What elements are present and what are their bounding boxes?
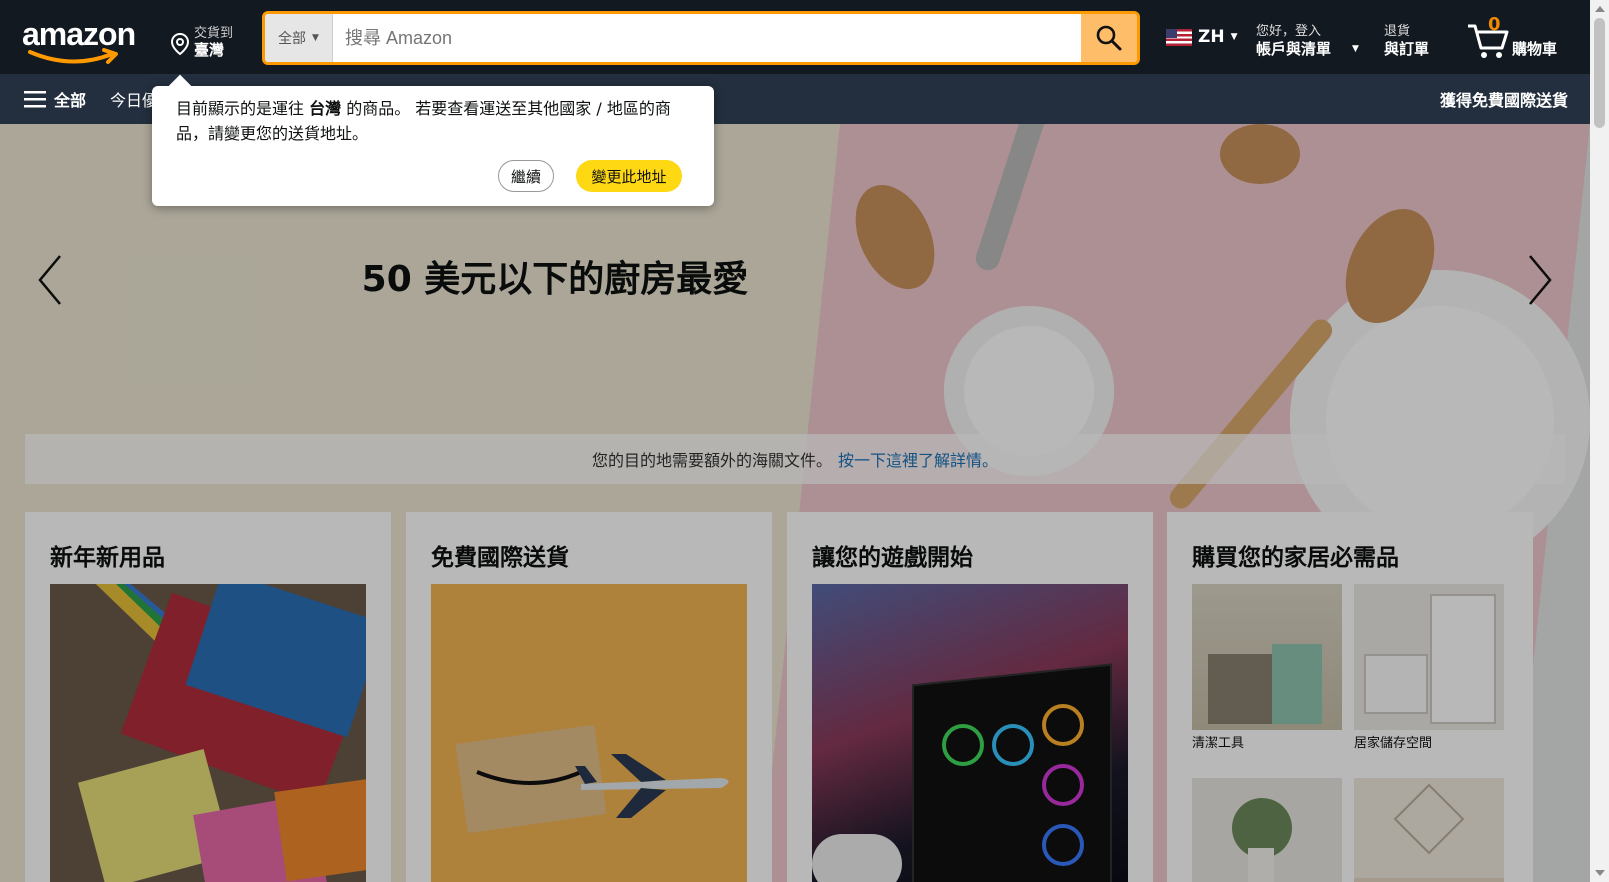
cart-count: 0 [1488, 14, 1501, 35]
account-greeting: 您好，登入 [1256, 24, 1322, 39]
account-lists-button[interactable]: 您好，登入 帳戶與清單 ▼ [1250, 6, 1368, 68]
search-category-dropdown[interactable]: 全部 ▼ [265, 14, 333, 62]
smile-arrow-icon [28, 48, 118, 64]
continue-button[interactable]: 繼續 [498, 160, 554, 192]
returns-orders-button[interactable]: 退貨 與訂單 [1376, 6, 1448, 68]
deliver-country: 臺灣 [194, 41, 225, 59]
scroll-up-arrow-icon[interactable] [1595, 6, 1605, 12]
delivery-address-popover: 目前顯示的是運往 台灣 的商品。 若要查看運送至其他國家 / 地區的商品，請變更… [152, 86, 714, 206]
scrollbar-thumb[interactable] [1594, 18, 1605, 128]
scroll-down-arrow-icon[interactable] [1595, 870, 1605, 876]
popover-message: 目前顯示的是運往 台灣 的商品。 若要查看運送至其他國家 / 地區的商品，請變更… [176, 96, 696, 146]
caret-down-icon: ▼ [1352, 44, 1359, 54]
page-scrollbar[interactable] [1590, 0, 1609, 882]
search-category-label: 全部 [278, 31, 307, 47]
top-nav: amazon 交貨到 臺灣 全部 ▼ ZH ▼ 您好，登入 [0, 0, 1590, 74]
all-menu-label: 全部 [54, 91, 87, 110]
all-menu-button[interactable]: 全部 [14, 80, 98, 118]
popover-message-part1: 目前顯示的是運往 [176, 99, 305, 118]
us-flag-icon [1166, 28, 1192, 46]
modal-backdrop[interactable] [0, 124, 1590, 882]
amazon-logo[interactable]: amazon [14, 6, 154, 68]
search-icon [1096, 25, 1122, 51]
search-input[interactable] [333, 14, 1081, 62]
caret-down-icon: ▼ [1230, 32, 1238, 42]
cart-button[interactable]: 0 購物車 [1452, 6, 1574, 68]
language-label: ZH [1198, 27, 1225, 47]
hamburger-icon [24, 91, 46, 108]
popover-country: 台灣 [309, 99, 342, 118]
search-bar: 全部 ▼ [262, 11, 1140, 65]
free-international-shipping-link[interactable]: 獲得免費國際送貨 [1440, 87, 1568, 111]
search-submit-button[interactable] [1081, 14, 1137, 62]
change-address-button[interactable]: 變更此地址 [576, 160, 682, 192]
cart-label: 購物車 [1512, 40, 1558, 58]
location-pin-icon [170, 32, 190, 56]
account-label: 帳戶與清單 [1256, 40, 1332, 58]
language-selector[interactable]: ZH ▼ [1152, 6, 1244, 68]
deliver-to-button[interactable]: 交貨到 臺灣 [160, 6, 252, 68]
orders-label: 與訂單 [1384, 40, 1430, 58]
caret-down-icon: ▼ [312, 33, 319, 43]
returns-label: 退貨 [1384, 24, 1411, 39]
